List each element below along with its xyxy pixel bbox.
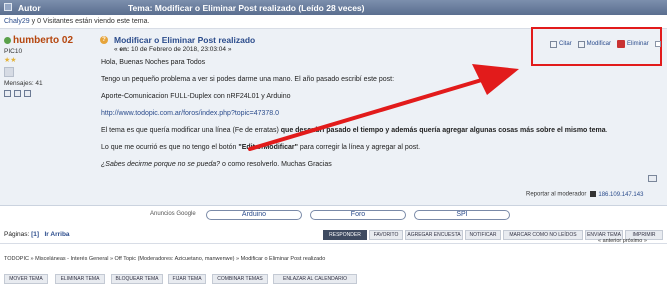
body-line: Tengo un pequeño problema a ver si podes… [101, 76, 395, 83]
prev-next-links[interactable]: « anterior próximo » [598, 238, 647, 244]
pages-label: Páginas: [4, 231, 32, 238]
post-date: « en: 10 de Febrero de 2018, 23:03:04 » [114, 46, 231, 53]
author-column-label: Autor [18, 3, 41, 13]
topic-question-icon: ? [100, 36, 108, 44]
body-line: Lo que me ocurrió es que no tengo el bot… [101, 143, 641, 152]
ads-row: Anuncios Google Arduino Foro SPI [0, 208, 667, 222]
viewers-text: y 0 Visitantes están viendo este tema. [29, 18, 150, 25]
delete-button[interactable]: Eliminar [627, 41, 649, 47]
post-body: Hola, Buenas Noches para Todos Tengo un … [101, 58, 641, 177]
viewer-user-link[interactable]: Chaly29 [4, 18, 30, 25]
avatar[interactable] [4, 67, 14, 77]
poster-ip: 186.109.147.143 [598, 191, 644, 198]
report-to-moderator-link[interactable]: Reportar al moderador [526, 192, 586, 198]
poster-name[interactable]: humberto 02 [13, 35, 73, 46]
rank-stars-icon: ★★ [4, 57, 17, 64]
date-value: 10 de Febrero de 2018, 23:03:04 » [129, 46, 232, 53]
topic-header-bar: Autor Tema: Modificar o Eliminar Post re… [0, 0, 667, 15]
body-line: El tema es que quería modificar una líne… [101, 126, 641, 135]
text-span: para corregir la línea y agregar al post… [297, 144, 421, 151]
ad-button-foro[interactable]: Foro [310, 210, 406, 220]
delete-topic-button[interactable]: ELIMINAR TEMA [55, 274, 105, 284]
notify-button[interactable]: NOTIFICAR [465, 230, 501, 240]
favorite-button[interactable]: FAVORITO [369, 230, 403, 240]
report-row: Reportar al moderador 186.109.147.143 [526, 191, 643, 198]
body-line: Aporte-Comunicacion FULL-Duplex con nRF2… [101, 93, 291, 100]
move-topic-button[interactable]: MOVER TEMA [4, 274, 48, 284]
date-on-label: en: [119, 46, 130, 53]
lock-topic-button[interactable]: BLOQUEAR TEMA [111, 274, 163, 284]
text-span: o como resolverlo. Muchas Gracias [220, 161, 332, 168]
quote-icon[interactable] [550, 40, 557, 48]
personal-message-icon[interactable] [24, 90, 31, 97]
topic-title: Tema: Modificar o Eliminar Post realizad… [128, 3, 365, 13]
reply-button[interactable]: RESPONDER [323, 230, 367, 240]
mark-unread-button[interactable]: MARCAR COMO NO LEÍDOS [503, 230, 583, 240]
bold-text: que descubrí pasado el tiempo y además q… [280, 127, 606, 134]
profile-icon[interactable] [4, 90, 11, 97]
post-tools: Citar Modificar Eliminar [550, 40, 661, 48]
ad-button-spi[interactable]: SPI [414, 210, 510, 220]
collapse-icon[interactable] [4, 3, 12, 11]
moderate-icon[interactable] [648, 175, 657, 182]
modify-button[interactable]: Modificar [587, 41, 611, 47]
pagination-bar: Páginas: [1] Ir Arriba RESPONDER FAVORIT… [0, 222, 667, 244]
poster-info: humberto 02 PIC10 ★★ Mensajes: 41 [4, 35, 84, 97]
text-span: El tema es que quería modificar una líne… [101, 127, 281, 134]
body-line: ¿Sabes decirme porque no se pueda? o com… [101, 160, 641, 169]
pagination: Páginas: [1] Ir Arriba [4, 231, 70, 238]
link-calendar-button[interactable]: ENLAZAR AL CALENDARIO [273, 274, 357, 284]
delete-icon[interactable] [617, 40, 626, 48]
ip-icon [590, 191, 597, 197]
current-page[interactable]: [1] [31, 231, 39, 238]
modify-icon[interactable] [577, 40, 585, 48]
body-line: Hola, Buenas Noches para Todos [101, 59, 206, 66]
add-poll-button[interactable]: AGREGAR ENCUESTA [405, 230, 463, 240]
poster-rank: PIC10 [4, 48, 23, 55]
bold-text: "Editar/Modificar" [238, 144, 298, 151]
merge-topics-button[interactable]: COMBINAR TEMAS [212, 274, 268, 284]
go-top-link[interactable]: Ir Arriba [44, 231, 69, 238]
poster-message-count: Mensajes: 41 [4, 80, 43, 87]
select-checkbox[interactable] [654, 41, 661, 47]
ad-button-arduino[interactable]: Arduino [206, 210, 302, 220]
quote-button[interactable]: Citar [559, 41, 572, 47]
email-icon[interactable] [14, 90, 21, 97]
post-link[interactable]: http://www.todopic.com.ar/foros/index.ph… [101, 110, 279, 117]
post-subject[interactable]: Modificar o Eliminar Post realizado [114, 35, 255, 45]
text-span: . [605, 127, 608, 134]
sticky-topic-button[interactable]: FIJAR TEMA [168, 274, 206, 284]
italic-text: ¿Sabes decirme porque no se pueda? [101, 161, 221, 168]
online-status-icon [4, 37, 11, 45]
text-span: Lo que me ocurrió es que no tengo el bot… [101, 144, 239, 151]
google-ads-label: Anuncios Google [150, 211, 196, 217]
breadcrumb[interactable]: TODOPIC » Misceláneas - Interés General … [4, 256, 325, 262]
